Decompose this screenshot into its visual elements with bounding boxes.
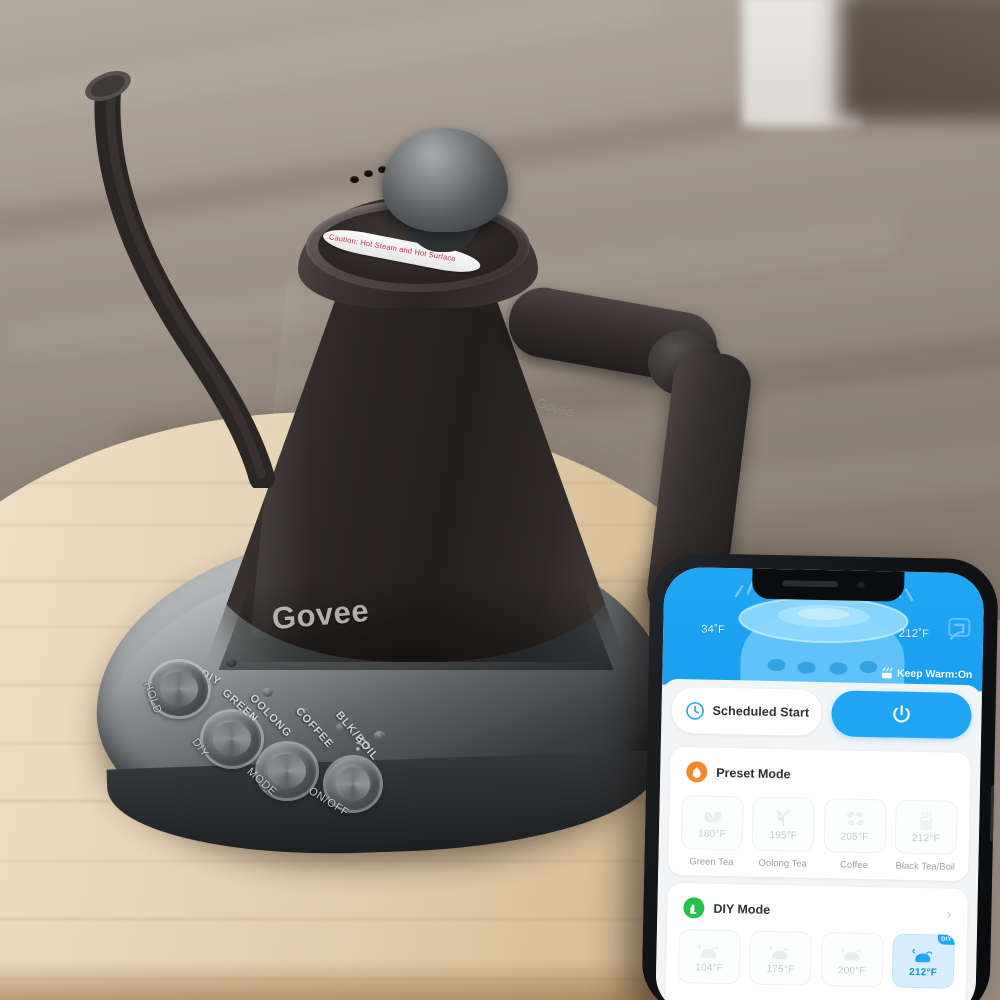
diy-tile[interactable]: 200°F xyxy=(820,932,884,988)
keep-warm-label: Keep Warm:On xyxy=(896,667,973,682)
preset-tile-box[interactable]: 212°F xyxy=(894,799,958,855)
steam-icon xyxy=(881,667,892,679)
oolong-leaf-icon xyxy=(773,807,793,827)
preset-tile-name: Oolong Tea xyxy=(758,857,808,870)
diy-mode-header: DIY Mode xyxy=(683,897,770,920)
preset-tile-name: Black Tea/Boil xyxy=(895,860,956,873)
diy-tile-box[interactable]: DIY 212°F xyxy=(891,933,955,989)
diy-tile-temp: 200°F xyxy=(837,965,866,977)
cast-icon[interactable] xyxy=(941,617,972,644)
preset-mode-card: Preset Mode 180°F Green Tea 195°F Oolong… xyxy=(668,746,971,882)
preset-mode-title: Preset Mode xyxy=(716,765,791,781)
preset-flame-icon xyxy=(686,761,708,783)
hero-max-temp: 212˚F xyxy=(898,627,930,641)
earpiece-speaker xyxy=(782,580,839,588)
kettle-icon xyxy=(840,942,864,962)
diy-badge: DIY xyxy=(938,934,955,945)
smartphone: 34˚F 212˚F Keep Warm:On Scheduled Start … xyxy=(641,552,999,1000)
product-photo-scene: DIY GREEN OOLONG COFFEE BLK/BOIL HOLD DI… xyxy=(0,0,1000,1000)
diy-tile-temp: 175°F xyxy=(766,963,795,976)
gooseneck-spout xyxy=(85,70,275,488)
diy-button[interactable] xyxy=(203,712,261,766)
power-button[interactable] xyxy=(831,690,972,740)
keep-warm-status: Keep Warm:On xyxy=(880,667,973,682)
power-icon xyxy=(893,705,910,723)
phone-side-button[interactable] xyxy=(989,785,997,842)
steam-vent-hole xyxy=(350,176,359,183)
led-diy xyxy=(226,658,237,667)
preset-mode-header: Preset Mode xyxy=(686,761,791,784)
preset-tile[interactable]: 195°F Oolong Tea xyxy=(751,796,816,870)
kettle-icon xyxy=(769,941,793,961)
preset-tile-name: Green Tea xyxy=(689,856,734,869)
phone-screen: 34˚F 212˚F Keep Warm:On Scheduled Start … xyxy=(655,566,985,1000)
clock-icon xyxy=(686,701,704,720)
preset-tile-name: Coffee xyxy=(839,859,869,872)
diy-mode-title: DIY Mode xyxy=(713,901,771,917)
diy-tile-temp: 212°F xyxy=(909,966,938,979)
diy-tile[interactable]: 104°F xyxy=(677,929,741,985)
scheduled-start-button[interactable]: Scheduled Start xyxy=(671,686,823,737)
tea-cup-icon xyxy=(918,810,935,830)
green-tea-leaf-icon xyxy=(702,806,723,826)
preset-tile[interactable]: 205°F Coffee xyxy=(823,798,887,872)
preset-tile-box[interactable]: 195°F xyxy=(751,796,816,852)
steam-vent-hole xyxy=(364,170,373,177)
preset-tile-box[interactable]: 180°F xyxy=(680,795,744,851)
kettle-icon xyxy=(911,944,935,964)
diy-hand-icon xyxy=(683,897,705,919)
diy-tile-box[interactable]: 175°F xyxy=(749,930,813,986)
diy-mode-card: DIY Mode › 104°F 175°F 200°F DIY 212°F xyxy=(665,882,968,1000)
diy-tile[interactable]: 175°F xyxy=(749,930,813,986)
diy-tile-selected[interactable]: DIY 212°F xyxy=(891,933,955,989)
diy-tile-temp: 104°F xyxy=(695,962,724,975)
app-content: Scheduled Start Preset Mode 180°F Green … xyxy=(655,678,983,1000)
preset-tile-temp: 212°F xyxy=(911,832,940,845)
chevron-right-icon[interactable]: › xyxy=(947,906,952,922)
preset-tile-row: 180°F Green Tea 195°F Oolong Tea 205°F C… xyxy=(680,795,958,873)
led-blk-boil xyxy=(374,731,385,740)
kettle-icon xyxy=(697,939,721,959)
coffee-bean-icon xyxy=(845,809,865,829)
diy-tile-row: 104°F 175°F 200°F DIY 212°F xyxy=(677,929,955,989)
preset-tile-box[interactable]: 205°F xyxy=(823,798,887,854)
diy-tile-box[interactable]: 200°F xyxy=(820,932,884,988)
preset-tile-temp: 180°F xyxy=(697,828,726,841)
phone-notch xyxy=(751,568,905,602)
background-shadow xyxy=(838,0,1000,120)
preset-tile-temp: 195°F xyxy=(769,829,798,842)
hero-min-temp: 34˚F xyxy=(701,623,726,636)
top-action-row: Scheduled Start xyxy=(671,686,972,745)
preset-tile[interactable]: 212°F Black Tea/Boil xyxy=(894,799,958,873)
preset-tile-temp: 205°F xyxy=(840,831,869,844)
led-green xyxy=(262,688,273,697)
scheduled-start-label: Scheduled Start xyxy=(712,703,810,720)
diy-tile-box[interactable]: 104°F xyxy=(677,929,741,985)
preset-tile[interactable]: 180°F Green Tea xyxy=(680,795,744,869)
front-camera xyxy=(856,579,867,590)
